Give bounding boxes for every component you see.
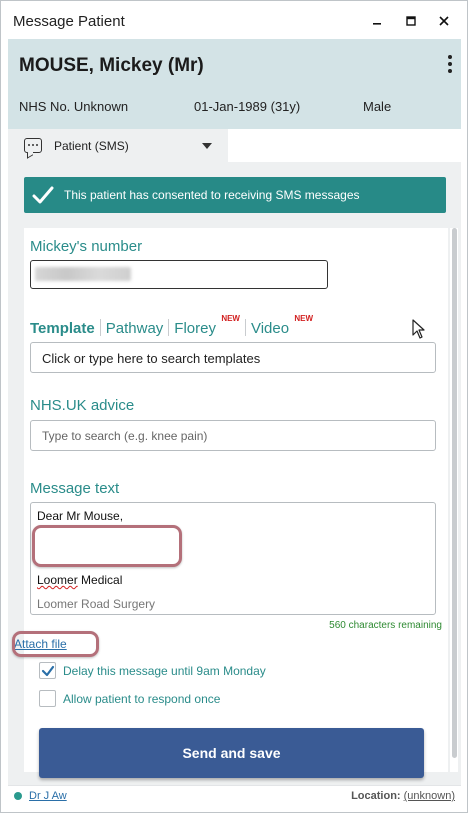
- tab-patient-sms[interactable]: Patient (SMS): [8, 129, 228, 162]
- message-sender-suffix: Medical: [77, 573, 123, 587]
- nhs-advice-search-input[interactable]: Type to search (e.g. knee pain): [30, 420, 436, 451]
- patient-header: MOUSE, Mickey (Mr) NHS No. Unknown 01-Ja…: [8, 39, 461, 129]
- nhs-number: NHS No. Unknown: [19, 99, 129, 114]
- number-label: Mickey's number: [30, 238, 143, 255]
- tab-florey-label: Florey: [174, 320, 216, 337]
- attach-file-highlight: [12, 631, 99, 657]
- template-tabs: Template Pathway Florey NEW Video NEW: [30, 314, 313, 337]
- minimize-icon[interactable]: [365, 9, 389, 33]
- message-text-label: Message text: [30, 480, 120, 497]
- nhs-advice-placeholder: Type to search (e.g. knee pain): [42, 429, 208, 443]
- tab-video[interactable]: Video NEW: [250, 314, 313, 337]
- tab-row: Patient (SMS): [8, 129, 461, 162]
- patient-sex: Male: [363, 99, 392, 114]
- nhs-advice-label: NHS.UK advice: [30, 397, 135, 414]
- tab-florey[interactable]: Florey NEW: [174, 314, 240, 337]
- form-card: Mickey's number Template Pathway Florey NEW…: [24, 228, 448, 772]
- phone-number-field[interactable]: [30, 260, 328, 289]
- tab-template[interactable]: Template: [30, 320, 95, 337]
- template-search-placeholder: Click or type here to search templates: [42, 351, 261, 366]
- tab-separator: [244, 319, 246, 336]
- tab-video-label: Video: [250, 320, 290, 337]
- allow-respond-checkbox[interactable]: [39, 690, 56, 707]
- location: Location: (unknown): [351, 790, 455, 802]
- date-of-birth: 01-Jan-1989 (31y): [194, 99, 301, 114]
- message-sender-prefix: Loomer: [37, 573, 78, 587]
- scrollbar-thumb[interactable]: [452, 228, 457, 758]
- chat-icon: [24, 138, 42, 153]
- send-and-save-button[interactable]: Send and save: [39, 728, 424, 778]
- tab-separator: [168, 319, 170, 336]
- maximize-icon[interactable]: [399, 9, 423, 33]
- title-bar: Message Patient: [1, 1, 467, 39]
- message-sender: Loomer Medical: [37, 573, 122, 587]
- tab-label: Patient (SMS): [54, 139, 129, 153]
- redacted-number: [35, 267, 131, 281]
- delay-checkbox[interactable]: [39, 662, 56, 679]
- location-value[interactable]: (unknown): [404, 790, 455, 802]
- send-and-save-label: Send and save: [182, 745, 281, 761]
- characters-remaining: 560 characters remaining: [329, 620, 442, 631]
- status-footer: Dr J Aw Location: (unknown): [8, 785, 461, 807]
- close-icon[interactable]: [432, 9, 456, 33]
- patient-name: MOUSE, Mickey (Mr): [19, 55, 204, 76]
- online-status-icon: [14, 792, 22, 800]
- location-label: Location:: [351, 790, 401, 802]
- allow-respond-label: Allow patient to respond once: [63, 692, 221, 706]
- new-badge: NEW: [221, 314, 240, 323]
- more-options-icon[interactable]: [445, 55, 455, 77]
- current-user-link[interactable]: Dr J Aw: [29, 790, 67, 802]
- mouse-cursor-icon: [412, 319, 425, 339]
- message-signature: Loomer Road Surgery: [37, 597, 156, 611]
- new-badge: NEW: [294, 314, 314, 323]
- message-greeting: Dear Mr Mouse,: [37, 509, 124, 523]
- window-title: Message Patient: [13, 13, 125, 30]
- tab-pathway[interactable]: Pathway: [106, 320, 164, 337]
- template-search-input[interactable]: Click or type here to search templates: [30, 342, 436, 373]
- message-patient-window: Message Patient MOUSE, Mickey (Mr) NHS N…: [0, 0, 468, 813]
- chevron-down-icon[interactable]: [202, 143, 212, 149]
- delay-label: Delay this message until 9am Monday: [63, 664, 266, 678]
- tab-separator: [99, 319, 101, 336]
- scrollbar[interactable]: [450, 228, 458, 772]
- checkmark-icon: [41, 665, 55, 677]
- highlighted-text-blank: [32, 525, 182, 567]
